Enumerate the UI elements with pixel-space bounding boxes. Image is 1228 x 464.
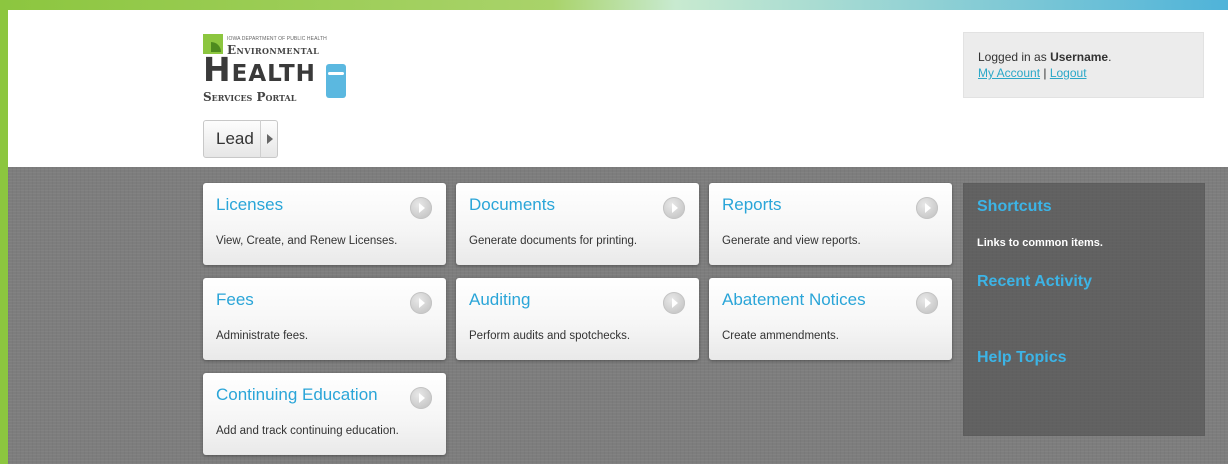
tile-description: Add and track continuing education. — [216, 425, 399, 437]
tile-title: Continuing Education — [216, 385, 378, 404]
header: IOWA DEPARTMENT OF PUBLIC HEALTH Environ… — [8, 10, 1228, 167]
account-box: Logged in as Username. My Account | Logo… — [963, 32, 1204, 98]
tile-fees[interactable]: Fees Administrate fees. — [203, 278, 446, 360]
tile-documents[interactable]: Documents Generate documents for printin… — [456, 183, 699, 265]
username: Username — [1050, 50, 1109, 64]
logout-link[interactable]: Logout — [1050, 66, 1087, 80]
arrow-circle-icon[interactable] — [410, 292, 432, 314]
tile-title: Auditing — [469, 290, 531, 309]
logo[interactable]: IOWA DEPARTMENT OF PUBLIC HEALTH Environ… — [203, 34, 363, 114]
left-accent-border — [0, 0, 8, 464]
tile-title: Fees — [216, 290, 254, 309]
tile-licenses[interactable]: Licenses View, Create, and Renew License… — [203, 183, 446, 265]
tile-title: Abatement Notices — [722, 290, 866, 309]
help-topics-heading[interactable]: Help Topics — [977, 349, 1067, 367]
tile-description: Perform audits and spotchecks. — [469, 330, 631, 342]
program-selector[interactable]: Lead — [203, 120, 278, 158]
logo-department: IOWA DEPARTMENT OF PUBLIC HEALTH — [227, 36, 327, 42]
shortcuts-description: Links to common items. — [977, 237, 1103, 249]
program-selector-label: Lead — [216, 129, 254, 148]
chevron-right-icon — [267, 134, 273, 144]
tile-description: Administrate fees. — [216, 330, 309, 342]
arrow-circle-icon[interactable] — [410, 197, 432, 219]
arrow-circle-icon[interactable] — [663, 197, 685, 219]
top-accent-bar — [0, 0, 1228, 10]
account-link-separator: | — [1040, 66, 1050, 80]
tile-title: Licenses — [216, 195, 284, 214]
logo-line-portal: Services Portal — [203, 90, 297, 104]
tile-title: Documents — [469, 195, 555, 214]
sidebar: Shortcuts Links to common items. Recent … — [963, 183, 1205, 436]
tile-description: View, Create, and Renew Licenses. — [216, 235, 398, 247]
program-selector-divider — [260, 120, 261, 158]
arrow-circle-icon[interactable] — [410, 387, 432, 409]
tile-reports[interactable]: Reports Generate and view reports. — [709, 183, 952, 265]
logged-in-suffix: . — [1108, 50, 1112, 64]
tile-title: Reports — [722, 195, 782, 214]
logged-in-status: Logged in as Username. — [978, 49, 1203, 65]
my-account-link[interactable]: My Account — [978, 66, 1040, 80]
tile-continuing-education[interactable]: Continuing Education Add and track conti… — [203, 373, 446, 455]
tile-description: Create ammendments. — [722, 330, 839, 342]
account-links: My Account | Logout — [978, 65, 1203, 81]
main-content: Licenses View, Create, and Renew License… — [8, 167, 1228, 464]
arrow-circle-icon[interactable] — [663, 292, 685, 314]
logo-line-health: Health — [203, 50, 316, 89]
logged-in-prefix: Logged in as — [978, 50, 1051, 64]
recent-activity-heading[interactable]: Recent Activity — [977, 273, 1092, 291]
tile-description: Generate documents for printing. — [469, 235, 638, 247]
shortcuts-heading[interactable]: Shortcuts — [977, 198, 1052, 216]
water-wave-icon — [326, 64, 346, 98]
tile-abatement-notices[interactable]: Abatement Notices Create ammendments. — [709, 278, 952, 360]
arrow-circle-icon[interactable] — [916, 197, 938, 219]
arrow-circle-icon[interactable] — [916, 292, 938, 314]
tile-auditing[interactable]: Auditing Perform audits and spotchecks. — [456, 278, 699, 360]
tile-description: Generate and view reports. — [722, 235, 861, 247]
